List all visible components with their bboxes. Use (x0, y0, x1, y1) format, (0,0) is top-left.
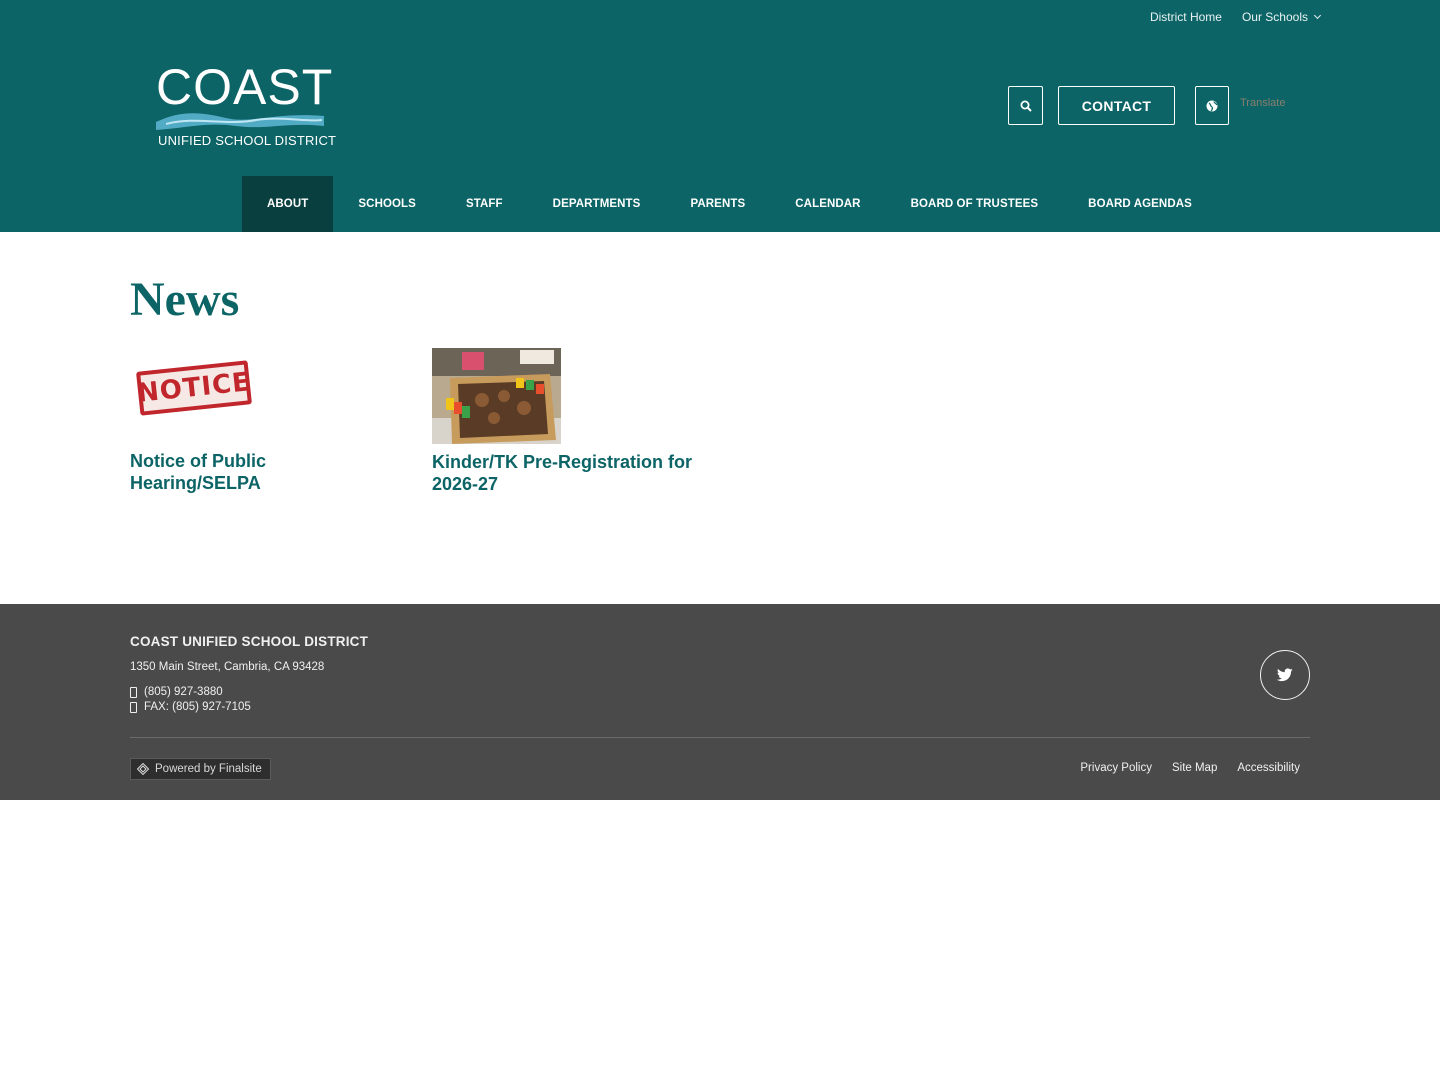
privacy-policy-link[interactable]: Privacy Policy (1080, 762, 1152, 774)
twitter-icon (1277, 668, 1293, 682)
nav-tab-about[interactable]: ABOUT (242, 176, 334, 232)
powered-by-badge[interactable]: Powered by Finalsite (130, 758, 271, 780)
nav-tab-departments[interactable]: DEPARTMENTS (528, 176, 666, 232)
nav-tab-staff[interactable]: STAFF (441, 176, 528, 232)
footer-phone[interactable]: (805) 927-3880 (130, 686, 223, 698)
news-headline-link[interactable]: Kinder/TK Pre-Registration for 2026-27 (432, 451, 722, 495)
search-button[interactable] (1008, 86, 1043, 125)
translate-button[interactable] (1195, 86, 1229, 125)
district-home-link[interactable]: District Home (1150, 10, 1222, 24)
footer-district-name: COAST UNIFIED SCHOOL DISTRICT (130, 634, 369, 649)
translate-label[interactable]: Translate (1240, 97, 1285, 109)
globe-icon (1206, 100, 1218, 111)
district-logo[interactable]: COAST UNIFIED SCHOOL DISTRICT (156, 62, 336, 152)
utility-nav: District Home Our Schools (1150, 10, 1322, 24)
footer-divider (130, 737, 1310, 738)
classroom-photo-image (432, 348, 561, 444)
footer-links: Privacy Policy Site Map Accessibility (1080, 762, 1300, 774)
news-thumbnail-kinder[interactable] (432, 348, 561, 444)
notice-stamp-image: NOTICE (136, 360, 252, 416)
footer-fax: FAX: (805) 927-7105 (130, 701, 251, 713)
nav-tab-board-of-trustees[interactable]: BOARD OF TRUSTEES (886, 176, 1064, 232)
chevron-down-icon (1313, 11, 1322, 20)
search-icon (1020, 100, 1032, 112)
phone-icon (130, 701, 137, 713)
contact-button[interactable]: CONTACT (1058, 86, 1175, 125)
news-thumbnail-notice[interactable]: NOTICE (130, 348, 260, 428)
phone-icon (130, 686, 137, 698)
our-schools-dropdown[interactable]: Our Schools (1241, 10, 1322, 24)
logo-wordmark: COAST (156, 59, 334, 115)
news-item: Kinder/TK Pre-Registration for 2026-27 (432, 451, 722, 495)
footer-phone-number: (805) 927-3880 (144, 686, 223, 698)
main-nav: ABOUT SCHOOLS STAFF DEPARTMENTS PARENTS … (242, 176, 1217, 232)
nav-tab-calendar[interactable]: CALENDAR (770, 176, 885, 232)
nav-tab-parents[interactable]: PARENTS (665, 176, 770, 232)
our-schools-label: Our Schools (1241, 10, 1308, 24)
news-item: Notice of Public Hearing/SELPA (130, 450, 400, 494)
nav-tab-schools[interactable]: SCHOOLS (333, 176, 441, 232)
wave-icon (156, 113, 324, 130)
news-headline-link[interactable]: Notice of Public Hearing/SELPA (130, 450, 400, 494)
footer-fax-number: FAX: (805) 927-7105 (144, 701, 251, 713)
site-header: District Home Our Schools COAST UNIFIED … (0, 0, 1440, 232)
finalsite-icon (137, 763, 149, 775)
powered-by-label: Powered by Finalsite (155, 763, 262, 775)
logo-subtitle: UNIFIED SCHOOL DISTRICT (158, 133, 337, 148)
district-home-label: District Home (1149, 10, 1222, 24)
site-map-link[interactable]: Site Map (1172, 762, 1217, 774)
accessibility-link[interactable]: Accessibility (1237, 762, 1300, 774)
page-title: News (130, 273, 240, 326)
site-footer: COAST UNIFIED SCHOOL DISTRICT 1350 Main … (0, 604, 1440, 800)
nav-tab-board-agendas[interactable]: BOARD AGENDAS (1063, 176, 1217, 232)
footer-address: 1350 Main Street, Cambria, CA 93428 (130, 661, 325, 673)
twitter-button[interactable] (1260, 650, 1310, 700)
